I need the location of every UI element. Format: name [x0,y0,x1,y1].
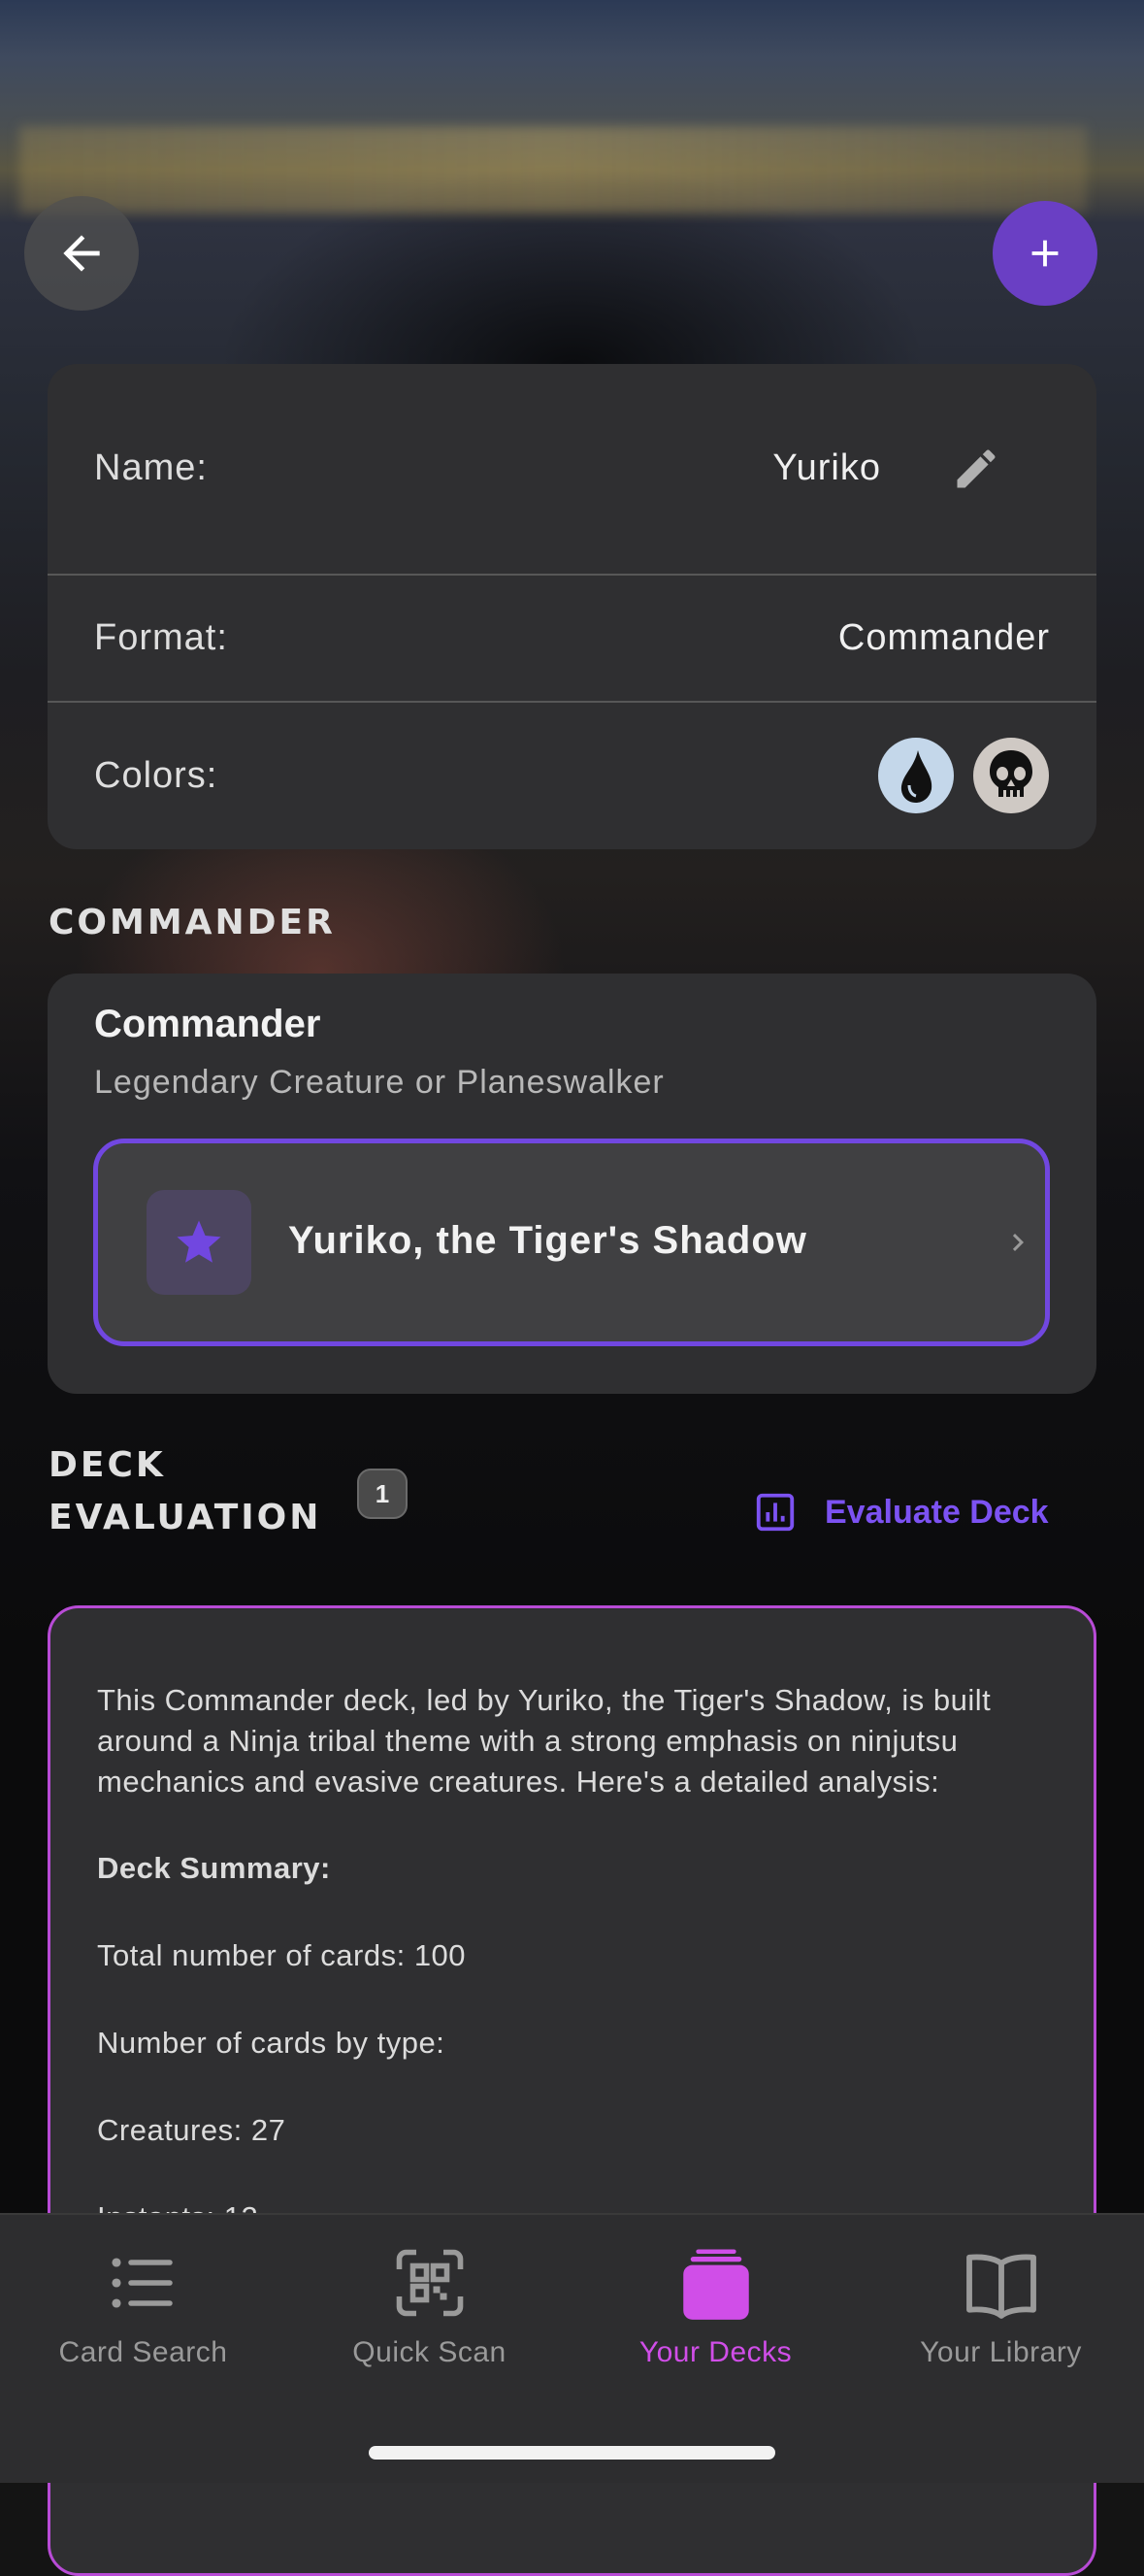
evaluate-deck-button[interactable]: Evaluate Deck [753,1488,1049,1536]
tab-quick-scan[interactable]: Quick Scan [286,2215,572,2409]
format-label: Format: [94,616,228,658]
commander-subtitle: Legendary Creature or Planeswalker [94,1064,665,1101]
creatures-count: Creatures: 27 [97,2113,286,2147]
cards-by-type: Number of cards by type: [97,2026,445,2060]
chevron-right-icon [1000,1225,1035,1265]
title-line-1: DECK [49,1445,166,1485]
tab-card-search[interactable]: Card Search [0,2215,286,2409]
bar-chart-icon [753,1490,798,1535]
blue-mana-icon [877,737,955,814]
commander-selector[interactable]: Yuriko, the Tiger's Shadow [93,1139,1050,1346]
format-row: Format: Commander [48,576,1096,700]
home-indicator [369,2446,775,2460]
back-button[interactable] [24,196,139,311]
name-row[interactable]: Name: Yuriko [48,364,1096,573]
tab-your-library[interactable]: Your Library [858,2215,1144,2409]
list-icon [0,2242,286,2324]
format-value: Commander [837,616,1050,658]
book-icon [858,2242,1144,2328]
deck-evaluation-title: DECK EVALUATION [49,1439,359,1544]
evaluation-count-badge: 1 [357,1469,408,1519]
selected-commander-name: Yuriko, the Tiger's Shadow [288,1219,807,1262]
colors-label: Colors: [94,754,218,796]
tab-label: Your Decks [638,2336,793,2368]
tab-label: Your Library [920,2336,1082,2368]
bottom-tab-bar: Card Search Quick Scan Your Decks Your L… [0,2213,1144,2483]
add-button[interactable] [993,201,1097,306]
black-mana-icon [972,737,1050,814]
tab-label: Card Search [58,2336,228,2368]
commander-card: Commander Legendary Creature or Planeswa… [48,974,1096,1394]
arrow-left-icon [63,235,100,272]
deck-info-card: Name: Yuriko Format: Commander Colors: [48,364,1096,849]
title-line-2: EVALUATION [49,1498,322,1537]
star-icon [147,1190,251,1295]
name-label: Name: [94,447,208,488]
total-cards: Total number of cards: 100 [97,1938,467,1972]
deck-stack-icon [572,2242,859,2329]
summary-heading: Deck Summary: [97,1851,331,1885]
plus-icon [1031,240,1059,267]
tab-your-decks[interactable]: Your Decks [572,2215,859,2409]
deck-name-value: Yuriko [772,447,881,488]
qr-scan-icon [286,2242,572,2324]
art-title-blur [19,126,1087,214]
commander-title: Commander [94,1003,321,1045]
edit-icon[interactable] [951,444,1001,494]
commander-section-title: COMMANDER [49,903,336,942]
evaluate-deck-label: Evaluate Deck [825,1493,1049,1531]
evaluation-intro: This Commander deck, led by Yuriko, the … [97,1683,992,1799]
colors-row: Colors: [48,703,1096,848]
tab-label: Quick Scan [352,2336,507,2368]
